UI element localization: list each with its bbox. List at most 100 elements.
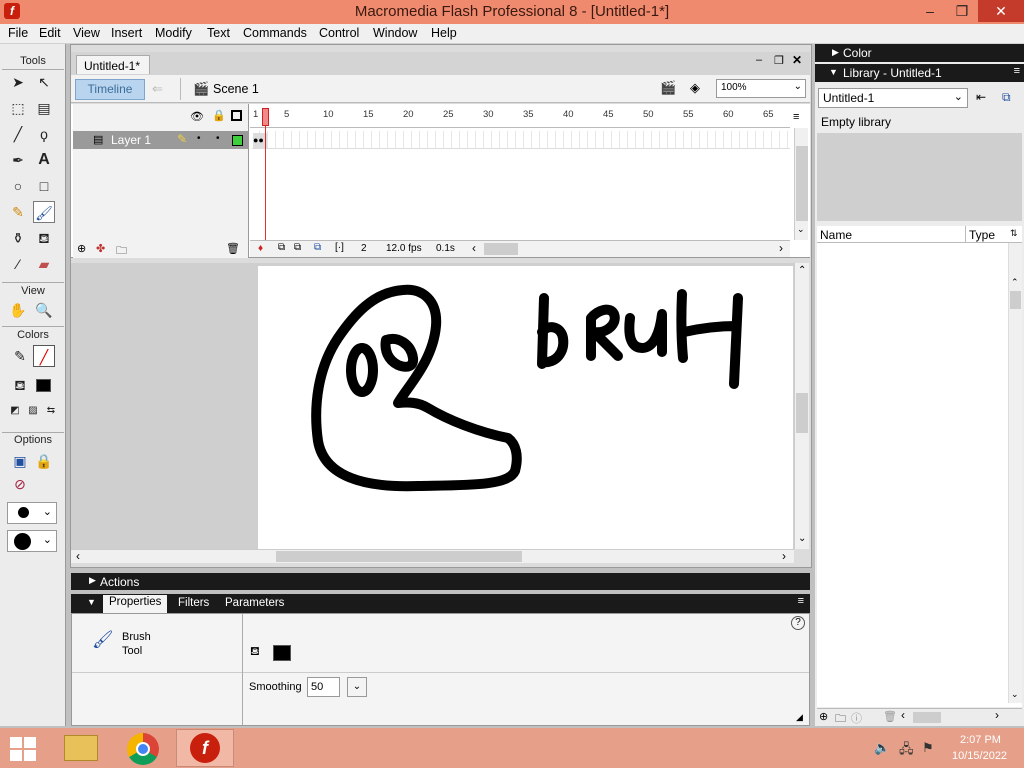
ink-bottle-icon[interactable]: ⚱: [7, 227, 29, 249]
text-tool-icon[interactable]: A: [33, 149, 55, 171]
panel-menu-icon[interactable]: ≡: [1014, 65, 1020, 77]
menu-modify[interactable]: Modify: [155, 26, 192, 40]
fill-color-swatch[interactable]: [36, 379, 51, 392]
menu-window[interactable]: Window: [373, 26, 417, 40]
menu-commands[interactable]: Commands: [243, 26, 307, 40]
minimize-button[interactable]: –: [914, 0, 946, 22]
center-frame-icon[interactable]: ♦: [258, 243, 263, 254]
scroll-right-icon[interactable]: ›: [779, 241, 783, 255]
menu-file[interactable]: File: [8, 26, 28, 40]
restore-button[interactable]: ❐: [946, 0, 978, 22]
layer-frames[interactable]: [252, 131, 790, 149]
actions-panel-header[interactable]: ▶ Actions: [71, 573, 810, 590]
scroll-thumb[interactable]: [276, 551, 522, 562]
menu-insert[interactable]: Insert: [111, 26, 142, 40]
stroke-color-icon[interactable]: ✎: [9, 345, 31, 367]
smoothing-input[interactable]: 50: [307, 677, 340, 697]
file-explorer-icon[interactable]: [64, 735, 98, 761]
fill-transform-icon[interactable]: ▤: [33, 97, 55, 119]
windows-start-icon[interactable]: [10, 737, 38, 761]
pencil-tool-icon[interactable]: ✎: [7, 201, 29, 223]
scroll-down-icon[interactable]: ⌄: [798, 533, 806, 544]
subselection-arrow-icon[interactable]: ↖: [33, 71, 55, 93]
new-symbol-icon[interactable]: ⊕: [819, 710, 828, 723]
scroll-up-icon[interactable]: ⌃: [798, 265, 806, 276]
menu-text[interactable]: Text: [207, 26, 230, 40]
timeline-vscroll[interactable]: ⌄: [794, 128, 808, 240]
scroll-thumb[interactable]: [796, 146, 808, 221]
stage-hscroll[interactable]: ‹ ›: [71, 549, 794, 563]
edit-multiple-icon[interactable]: ⧉: [314, 242, 321, 253]
paint-bucket-icon[interactable]: ⛾: [33, 227, 55, 249]
lock-fill-icon[interactable]: 🔒: [33, 450, 55, 472]
hand-tool-icon[interactable]: ✋: [7, 299, 29, 321]
tab-properties[interactable]: Properties: [103, 595, 168, 613]
menu-control[interactable]: Control: [319, 26, 359, 40]
clock-date[interactable]: 10/15/2022: [952, 750, 1007, 762]
insert-folder-icon[interactable]: 🗀: [116, 242, 127, 261]
pin-library-icon[interactable]: ⇤: [976, 90, 986, 104]
scroll-left-icon[interactable]: ‹: [76, 549, 80, 563]
outline-color-swatch[interactable]: [232, 135, 243, 146]
timeline-hscroll-thumb[interactable]: [484, 243, 518, 255]
lock-layers-icon[interactable]: 🔒: [212, 109, 226, 122]
show-hide-eye-icon[interactable]: 👁: [190, 110, 204, 123]
scroll-left-icon[interactable]: ‹: [901, 708, 905, 722]
eyedropper-icon[interactable]: ⁄: [7, 253, 29, 275]
eraser-tool-icon[interactable]: ▰: [33, 253, 55, 275]
new-library-panel-icon[interactable]: ⧉: [1002, 90, 1011, 105]
new-folder-icon[interactable]: 🗀: [835, 710, 846, 729]
document-tab[interactable]: Untitled-1*: [76, 55, 150, 74]
close-button[interactable]: ✕: [978, 0, 1024, 22]
brush-size-dropdown[interactable]: ⌄: [7, 502, 57, 524]
stage-vscroll[interactable]: ⌃ ⌄: [794, 263, 809, 549]
outline-toggle-icon[interactable]: [231, 110, 242, 121]
layer-row[interactable]: ▤ Layer 1 ✎ • •: [73, 131, 249, 149]
scroll-thumb[interactable]: [913, 712, 941, 723]
menu-help[interactable]: Help: [431, 26, 457, 40]
smoothing-dropdown-icon[interactable]: ⌄: [347, 677, 367, 697]
add-layer-icon[interactable]: ⊕: [77, 242, 86, 255]
edit-symbols-icon[interactable]: ◈: [690, 80, 700, 96]
stroke-color-swatch[interactable]: ╱: [33, 345, 55, 367]
zoom-dropdown[interactable]: 100% ⌄: [716, 79, 806, 98]
scroll-down-icon[interactable]: ⌄: [1011, 689, 1019, 700]
stage-canvas[interactable]: [258, 266, 793, 549]
panel-menu-icon[interactable]: ≡: [798, 595, 804, 607]
fill-color-swatch[interactable]: [273, 645, 291, 661]
swap-colors-icon[interactable]: ⇆: [40, 400, 62, 422]
delete-layer-icon[interactable]: 🗑: [226, 242, 240, 255]
resize-grip-icon[interactable]: ◢: [796, 712, 803, 723]
library-vscroll[interactable]: ⌃ ⌄: [1008, 243, 1022, 703]
add-motion-guide-icon[interactable]: ✤: [96, 242, 105, 255]
onion-outline-icon[interactable]: ⧉: [294, 242, 301, 253]
collapse-arrow-icon[interactable]: ▼: [87, 597, 96, 607]
layer-name[interactable]: Layer 1: [111, 133, 151, 147]
column-name-header[interactable]: Name: [820, 228, 852, 242]
color-panel-header[interactable]: ▶ Color: [815, 44, 1024, 62]
scroll-thumb[interactable]: [1010, 291, 1021, 309]
library-document-select[interactable]: Untitled-1 ⌄: [818, 88, 968, 108]
brush-mode-icon[interactable]: ▣: [9, 450, 31, 472]
back-arrow-icon[interactable]: ⇐: [152, 81, 163, 97]
menu-edit[interactable]: Edit: [39, 26, 61, 40]
brush-tool-icon[interactable]: 🖌: [33, 201, 55, 223]
scroll-up-icon[interactable]: ⌃: [1011, 277, 1019, 288]
zoom-tool-icon[interactable]: 🔍: [33, 299, 55, 321]
delete-item-icon[interactable]: 🗑: [883, 710, 897, 723]
oval-tool-icon[interactable]: ○: [7, 175, 29, 197]
onion-skin-icon[interactable]: ⧉: [278, 242, 285, 253]
scene-label[interactable]: Scene 1: [213, 82, 259, 96]
edit-scene-icon[interactable]: 🎬: [660, 80, 676, 96]
chrome-icon[interactable]: [127, 733, 159, 765]
selection-arrow-icon[interactable]: ➤: [7, 71, 29, 93]
doc-close-icon[interactable]: ✕: [792, 53, 802, 67]
doc-restore-icon[interactable]: ❐: [774, 54, 784, 67]
timeline-toggle-button[interactable]: Timeline: [75, 79, 145, 100]
action-center-icon[interactable]: ⚑: [922, 740, 934, 756]
menu-view[interactable]: View: [73, 26, 100, 40]
brush-shape-dropdown[interactable]: ⌄: [7, 530, 57, 552]
scroll-right-icon[interactable]: ›: [995, 708, 999, 722]
pen-tool-icon[interactable]: ✒: [7, 149, 29, 171]
clock-time[interactable]: 2:07 PM: [960, 734, 1001, 746]
